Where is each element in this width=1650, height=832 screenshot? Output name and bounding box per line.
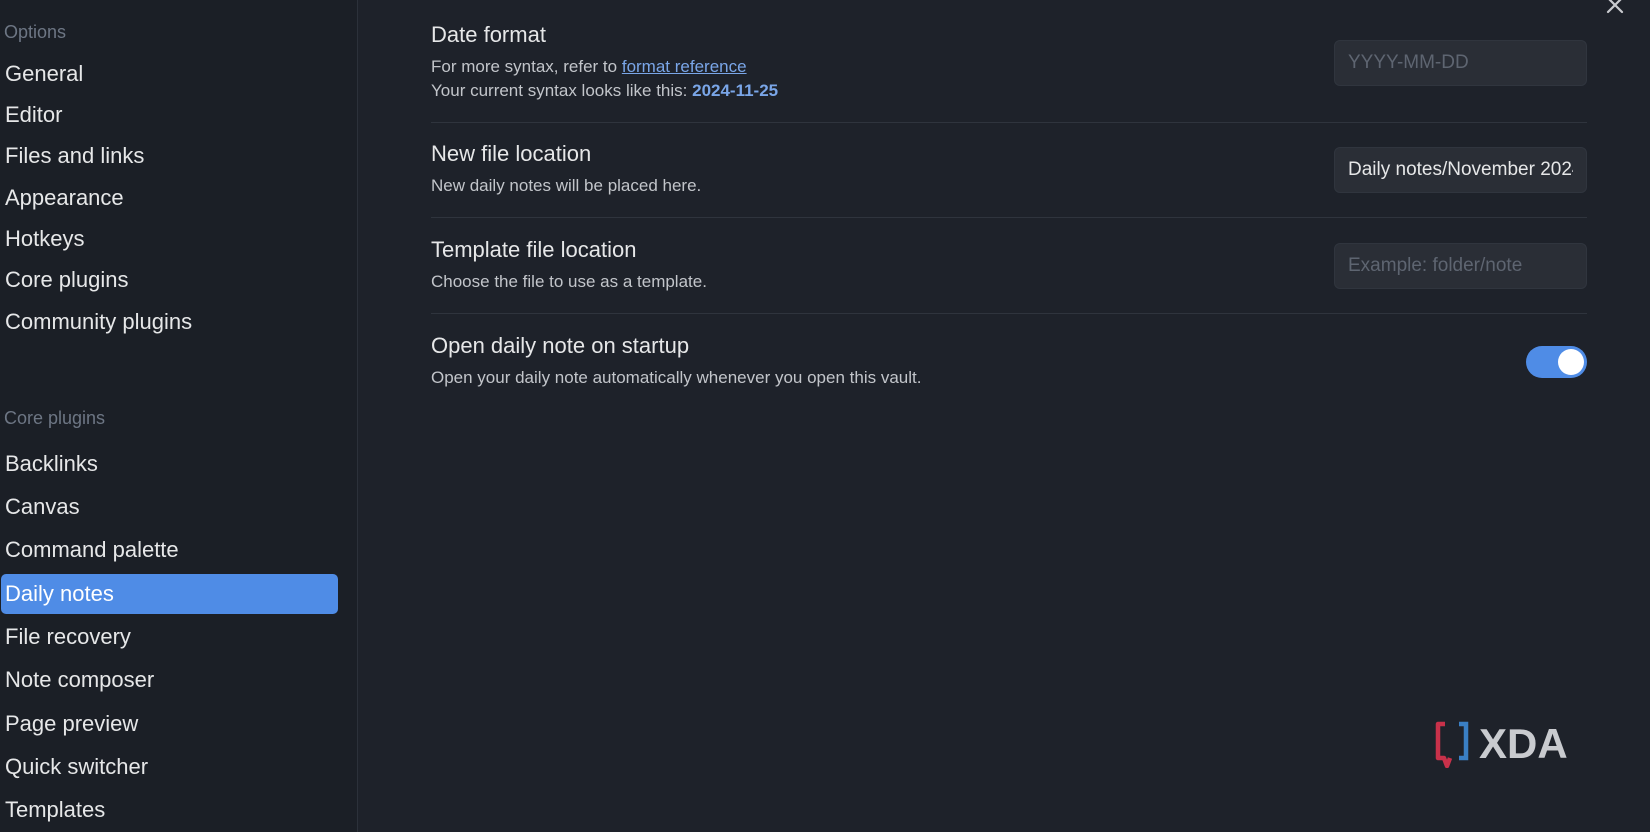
open-on-startup-toggle[interactable] bbox=[1526, 346, 1587, 378]
divider bbox=[431, 122, 1587, 123]
settings-window: Options General Editor Files and links A… bbox=[0, 0, 1650, 832]
sidebar-item-command-palette[interactable]: Command palette bbox=[1, 530, 338, 570]
divider bbox=[431, 217, 1587, 218]
sidebar-item-quick-switcher[interactable]: Quick switcher bbox=[1, 747, 338, 787]
sidebar-item-core-plugins[interactable]: Core plugins bbox=[1, 260, 338, 300]
sidebar-item-backlinks[interactable]: Backlinks bbox=[1, 444, 338, 484]
sidebar-item-files-and-links[interactable]: Files and links bbox=[1, 136, 338, 176]
syntax-example: 2024-11-25 bbox=[692, 81, 779, 100]
settings-content: Date format For more syntax, refer to fo… bbox=[359, 0, 1650, 832]
sidebar-section-options: Options bbox=[4, 22, 67, 42]
sidebar-item-editor[interactable]: Editor bbox=[1, 95, 338, 135]
sidebar-item-community-plugins[interactable]: Community plugins bbox=[1, 302, 338, 342]
setting-template-file-location: Template file location Choose the file t… bbox=[431, 237, 1587, 297]
date-format-input[interactable] bbox=[1334, 40, 1587, 86]
setting-open-on-startup: Open daily note on startup Open your dai… bbox=[431, 333, 1587, 393]
syntax-label: Your current syntax looks like this: bbox=[431, 81, 693, 100]
setting-new-file-location: New file location New daily notes will b… bbox=[431, 141, 1587, 201]
format-reference-link[interactable]: format reference bbox=[622, 57, 747, 76]
sidebar-item-appearance[interactable]: Appearance bbox=[1, 178, 338, 218]
xda-logo: XDA bbox=[1435, 720, 1568, 768]
new-file-location-input[interactable] bbox=[1334, 147, 1587, 193]
setting-desc: Open your daily note automatically whene… bbox=[431, 368, 922, 387]
settings-sidebar: Options General Editor Files and links A… bbox=[0, 0, 358, 832]
divider bbox=[431, 313, 1587, 314]
toggle-knob bbox=[1558, 349, 1584, 375]
template-file-location-input[interactable] bbox=[1334, 243, 1587, 289]
sidebar-item-canvas[interactable]: Canvas bbox=[1, 487, 338, 527]
setting-name: Open daily note on startup bbox=[431, 333, 690, 358]
sidebar-section-core-plugins: Core plugins bbox=[4, 408, 106, 428]
sidebar-item-daily-notes[interactable]: Daily notes bbox=[1, 574, 338, 614]
sidebar-item-hotkeys[interactable]: Hotkeys bbox=[1, 219, 338, 259]
sidebar-item-page-preview[interactable]: Page preview bbox=[1, 704, 338, 744]
desc-text: For more syntax, refer to bbox=[431, 57, 622, 76]
setting-date-format: Date format For more syntax, refer to fo… bbox=[431, 22, 1587, 108]
xda-logo-text: XDA bbox=[1479, 720, 1568, 767]
sidebar-item-note-composer[interactable]: Note composer bbox=[1, 660, 338, 700]
sidebar-item-file-recovery[interactable]: File recovery bbox=[1, 617, 338, 657]
sidebar-item-general[interactable]: General bbox=[1, 54, 338, 94]
sidebar-item-templates[interactable]: Templates bbox=[1, 790, 338, 830]
close-icon[interactable] bbox=[1602, 0, 1628, 18]
